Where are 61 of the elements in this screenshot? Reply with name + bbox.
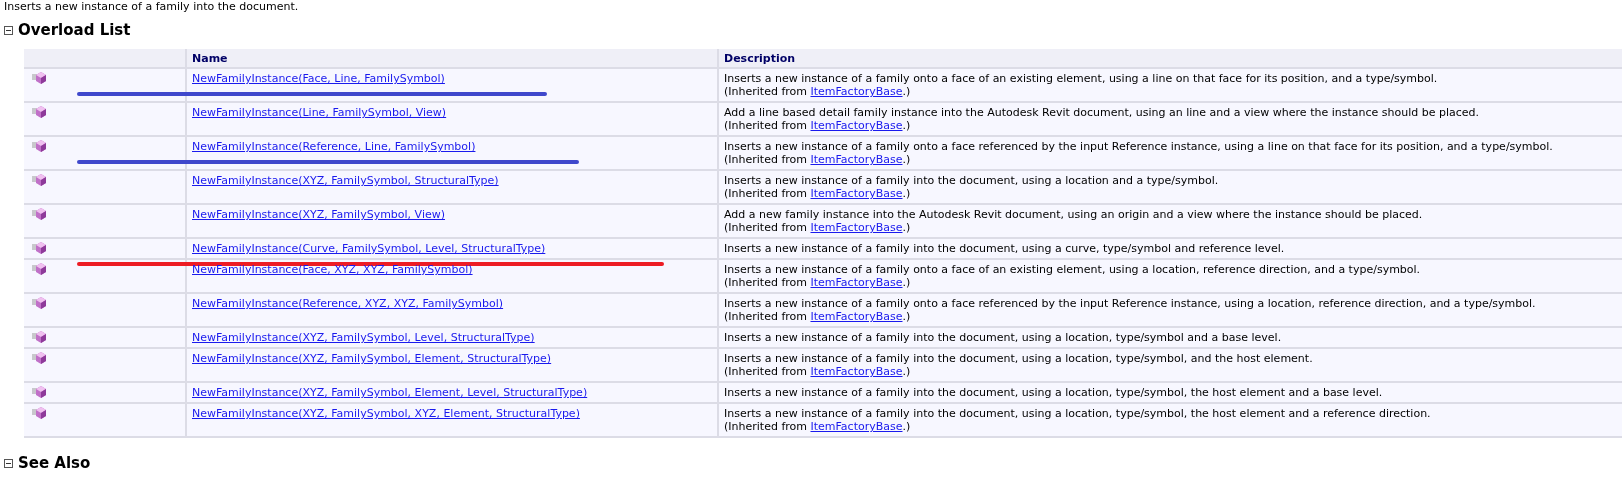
section-heading: Overload List bbox=[18, 21, 131, 39]
method-link[interactable]: NewFamilyInstance(XYZ, FamilySymbol, StructuralType) bbox=[192, 174, 499, 187]
description-text: Inserts a new instance of a family into the document, using a location, type/symbol, the host element and a reference direction. bbox=[724, 407, 1432, 420]
inherited-note: (Inherited from ItemFactoryBase.) bbox=[724, 310, 912, 323]
method-icon bbox=[32, 242, 46, 254]
inherited-note: (Inherited from ItemFactoryBase.) bbox=[724, 187, 912, 200]
class-link[interactable]: ItemFactoryBase bbox=[810, 365, 903, 378]
inherited-note: (Inherited from ItemFactoryBase.) bbox=[724, 221, 912, 234]
method-link[interactable]: NewFamilyInstance(Face, Line, FamilySymbol) bbox=[192, 72, 445, 85]
method-icon bbox=[32, 174, 46, 186]
method-icon bbox=[32, 407, 46, 419]
class-link[interactable]: ItemFactoryBase bbox=[810, 276, 903, 289]
description-text: Inserts a new instance of a family into the document, using a location, type/symbol, and the host element. bbox=[724, 352, 1314, 365]
class-link[interactable]: ItemFactoryBase bbox=[810, 310, 903, 323]
method-link[interactable]: NewFamilyInstance(XYZ, FamilySymbol, XYZ, Element, StructuralType) bbox=[192, 407, 580, 420]
method-link[interactable]: NewFamilyInstance(Reference, XYZ, XYZ, FamilySymbol) bbox=[192, 297, 504, 310]
inherited-note: (Inherited from ItemFactoryBase.) bbox=[724, 153, 912, 166]
column-header: Description bbox=[719, 49, 1622, 69]
description-text: Inserts a new instance of a family into the document, using a location, type/symbol, the host element and a base level. bbox=[724, 386, 1384, 399]
description-text: Inserts a new instance of a family onto a face of an existing element, using a location, reference direction, and a type/symbol. bbox=[724, 263, 1422, 276]
class-link[interactable]: ItemFactoryBase bbox=[810, 420, 903, 433]
description-text: Inserts a new instance of a family into the document, using a location, type/symbol and a base level. bbox=[724, 331, 1283, 344]
method-icon bbox=[32, 263, 46, 275]
description-text: Inserts a new instance of a family into the document, using a location and a type/symbol. bbox=[724, 174, 1220, 187]
class-link[interactable]: ItemFactoryBase bbox=[810, 221, 903, 234]
description-text: Add a line based detail family instance into the Autodesk Revit document, using an line and a view where the instance should be placed. bbox=[724, 106, 1481, 119]
method-icon bbox=[32, 297, 46, 309]
inherited-note: (Inherited from ItemFactoryBase.) bbox=[724, 420, 912, 433]
description-text: Inserts a new instance of a family onto a face of an existing element, using a line on that face for its position, and a type/symbol. bbox=[724, 72, 1439, 85]
inherited-note: (Inherited from ItemFactoryBase.) bbox=[724, 276, 912, 289]
inherited-note: (Inherited from ItemFactoryBase.) bbox=[724, 365, 912, 378]
method-icon bbox=[32, 331, 46, 343]
method-link[interactable]: NewFamilyInstance(Face, XYZ, XYZ, FamilySymbol) bbox=[192, 263, 473, 276]
section-heading: See Also bbox=[18, 454, 91, 472]
inherited-note: (Inherited from ItemFactoryBase.) bbox=[724, 119, 912, 132]
class-link[interactable]: ItemFactoryBase bbox=[810, 85, 903, 98]
method-icon bbox=[32, 106, 46, 118]
method-link[interactable]: NewFamilyInstance(Curve, FamilySymbol, Level, StructuralType) bbox=[192, 242, 546, 255]
method-icon bbox=[32, 352, 46, 364]
method-icon bbox=[32, 72, 46, 84]
collapse-icon[interactable] bbox=[4, 458, 13, 468]
method-link[interactable]: NewFamilyInstance(Line, FamilySymbol, View) bbox=[192, 106, 447, 119]
summary-text: Inserts a new instance of a family into the document. bbox=[4, 0, 300, 13]
inherited-note: (Inherited from ItemFactoryBase.) bbox=[724, 85, 912, 98]
method-link[interactable]: NewFamilyInstance(XYZ, FamilySymbol, View) bbox=[192, 208, 445, 221]
column-header: Name bbox=[187, 49, 719, 69]
description-text: Inserts a new instance of a family onto a face referenced by the input Reference instance, using a location, reference direction, and a type/symbol. bbox=[724, 297, 1537, 310]
method-link[interactable]: NewFamilyInstance(XYZ, FamilySymbol, Level, StructuralType) bbox=[192, 331, 535, 344]
method-link[interactable]: NewFamilyInstance(XYZ, FamilySymbol, Element, StructuralType) bbox=[192, 352, 552, 365]
class-link[interactable]: ItemFactoryBase bbox=[810, 119, 903, 132]
description-text: Add a new family instance into the Autodesk Revit document, using an origin and a view where the instance should be placed. bbox=[724, 208, 1424, 221]
method-link[interactable]: NewFamilyInstance(XYZ, FamilySymbol, Element, Level, StructuralType) bbox=[192, 386, 588, 399]
method-icon bbox=[32, 208, 46, 220]
description-text: Inserts a new instance of a family onto a face referenced by the input Reference instance, using a line on that face for its position, and a type/symbol. bbox=[724, 140, 1554, 153]
class-link[interactable]: ItemFactoryBase bbox=[810, 187, 903, 200]
method-link[interactable]: NewFamilyInstance(Reference, Line, FamilySymbol) bbox=[192, 140, 476, 153]
class-link[interactable]: ItemFactoryBase bbox=[810, 153, 903, 166]
method-icon bbox=[32, 140, 46, 152]
collapse-icon[interactable] bbox=[4, 25, 13, 35]
method-icon bbox=[32, 386, 46, 398]
description-text: Inserts a new instance of a family into the document, using a curve, type/symbol and reference level. bbox=[724, 242, 1286, 255]
